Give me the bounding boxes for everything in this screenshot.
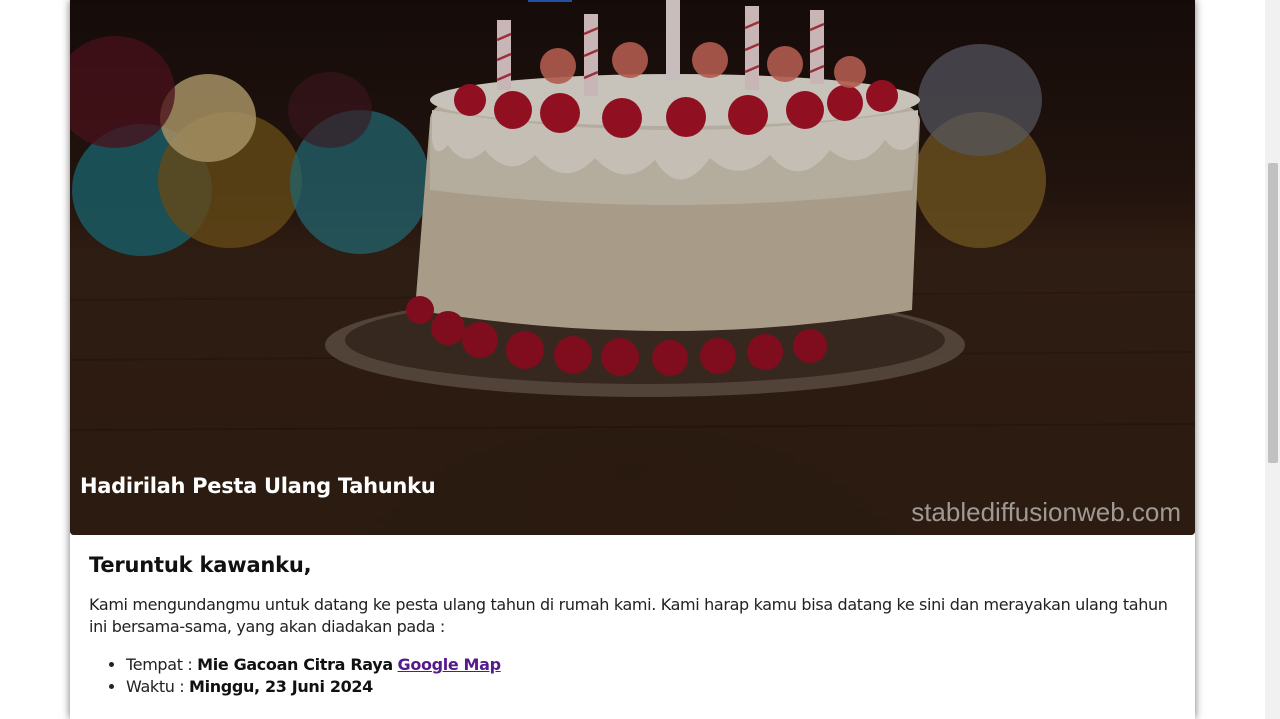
google-map-link[interactable]: Google Map xyxy=(398,655,502,674)
time-value: Minggu, 23 Juni 2024 xyxy=(189,677,373,696)
event-place-item: Tempat : Mie Gacoan Citra Raya Google Ma… xyxy=(126,654,1176,676)
birthday-cake-image xyxy=(70,0,1195,535)
invitation-intro: Kami mengundangmu untuk datang ke pesta … xyxy=(89,595,1168,636)
time-label: Waktu : xyxy=(126,677,190,696)
scrollbar-thumb[interactable] xyxy=(1268,163,1278,463)
image-watermark: stablediffusionweb.com xyxy=(911,497,1181,527)
page-scrollbar[interactable] xyxy=(1265,0,1280,719)
event-time-item: Waktu : Minggu, 23 Juni 2024 xyxy=(126,676,1176,698)
hero-title: Hadirilah Pesta Ulang Tahunku xyxy=(80,474,436,498)
place-label: Tempat : xyxy=(126,655,198,674)
greeting-heading: Teruntuk kawanku, xyxy=(89,553,312,577)
invitation-content: Teruntuk kawanku, Kami mengundangmu untu… xyxy=(70,535,1195,698)
event-details-list: Tempat : Mie Gacoan Citra Raya Google Ma… xyxy=(89,654,1176,698)
hero-banner: Hadirilah Pesta Ulang Tahunku stablediff… xyxy=(70,0,1195,535)
invitation-page: Hadirilah Pesta Ulang Tahunku stablediff… xyxy=(70,0,1195,719)
place-value: Mie Gacoan Citra Raya xyxy=(197,655,393,674)
